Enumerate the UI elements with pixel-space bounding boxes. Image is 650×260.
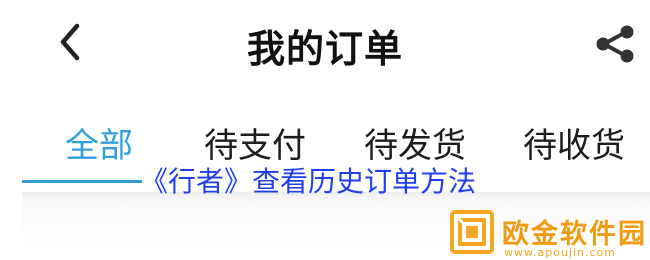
active-tab-indicator: [22, 180, 142, 183]
share-icon: [596, 25, 634, 63]
site-watermark: 欧金软件园 www.apoujin.com: [450, 210, 650, 260]
share-button[interactable]: [594, 24, 638, 64]
watermark-logo-icon: [450, 210, 494, 254]
page-title: 我的订单: [246, 26, 403, 71]
tab-pending-receipt[interactable]: 待收货: [523, 118, 625, 167]
tab-all[interactable]: 全部: [65, 118, 133, 167]
article-caption: 《行者》查看历史订单方法: [140, 165, 477, 198]
watermark-url: www.apoujin.com: [504, 246, 616, 259]
app-header: 我的订单: [0, 0, 650, 90]
